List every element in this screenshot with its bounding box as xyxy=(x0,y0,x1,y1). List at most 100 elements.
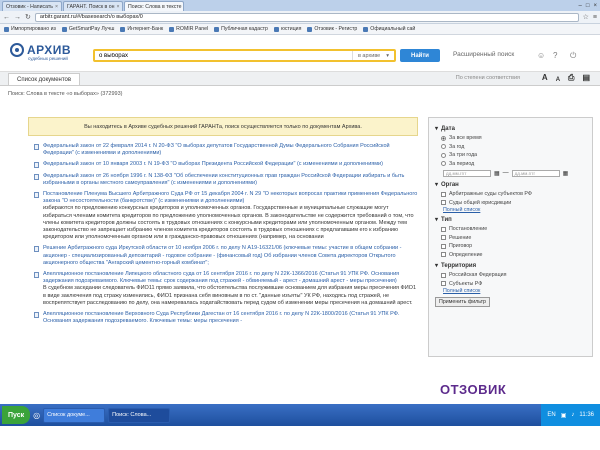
territory-option[interactable]: Субъекты РФ xyxy=(441,280,586,289)
chevron-down-icon: ▾ xyxy=(435,263,439,269)
option-label: Приговор xyxy=(449,243,473,250)
bookmark-item[interactable]: юстиция xyxy=(273,26,302,32)
logout-icon[interactable]: ⏻ xyxy=(570,51,576,61)
filter-territory-title[interactable]: ▾ Территория xyxy=(435,262,586,270)
date-option[interactable]: За три года xyxy=(441,151,586,160)
site-header: АРХИВ судебных решений в архиве ▾ Найти Р… xyxy=(0,35,600,72)
maximize-icon[interactable]: □ xyxy=(586,3,590,9)
document-link[interactable]: Федеральный закон от 22 февраля 2014 г. … xyxy=(43,143,418,157)
full-list-link[interactable]: Полный список xyxy=(443,288,586,294)
menu-icon[interactable]: ≡ xyxy=(593,14,597,21)
option-label: Российская Федерация xyxy=(449,272,507,279)
bookmark-item[interactable]: Отзовик - Регистр xyxy=(307,26,357,32)
search-scope-select[interactable]: в архиве ▾ xyxy=(351,51,394,60)
taskbar: Пуск ◎ Список докуме... Поиск: Слова... … xyxy=(0,404,600,426)
radio-button[interactable] xyxy=(441,135,446,141)
back-icon[interactable]: ← xyxy=(3,14,10,21)
page-bottom xyxy=(0,426,600,450)
font-increase-icon[interactable]: A xyxy=(542,73,548,83)
filter-date-title[interactable]: ▾ Дата xyxy=(435,125,586,133)
checkbox[interactable] xyxy=(441,281,446,287)
full-list-link[interactable]: Полный список xyxy=(443,207,586,213)
calendar-icon[interactable]: ▦ xyxy=(494,170,500,177)
type-option[interactable]: Решение xyxy=(441,234,586,243)
tab-label: ГАРАНТ. Поиск в он xyxy=(67,3,115,10)
close-icon[interactable]: × xyxy=(116,4,119,10)
checkbox[interactable] xyxy=(441,191,446,197)
calendar-icon[interactable]: ▦ xyxy=(563,170,569,177)
find-button[interactable]: Найти xyxy=(400,49,440,62)
advanced-search-link[interactable]: Расширенный поиск xyxy=(453,51,514,58)
document-link[interactable]: Федеральный закон от 26 ноября 1996 г. N… xyxy=(43,173,418,187)
forward-icon[interactable]: → xyxy=(14,14,21,21)
filter-heading: Дата xyxy=(441,125,455,132)
taskbar-item-active[interactable]: Поиск: Слова... xyxy=(108,407,171,423)
bookmark-item[interactable]: Импортировано из xyxy=(4,26,56,32)
bookmark-item[interactable]: ROMIR Panel xyxy=(169,26,208,32)
sort-select[interactable]: По степени соответствия xyxy=(456,75,520,81)
document-toolbar: Список документов По степени соответстви… xyxy=(0,72,600,86)
document-link[interactable]: Апелляционное постановление Верховного С… xyxy=(43,311,418,325)
document-link[interactable]: Апелляционное постановление Липецкого об… xyxy=(43,271,418,285)
bookmark-item[interactable]: GetSmartPay Лучш xyxy=(61,26,114,32)
date-option[interactable]: За период xyxy=(441,160,586,169)
option-label: За год xyxy=(449,143,465,150)
star-icon[interactable]: ☆ xyxy=(583,13,589,21)
minimize-icon[interactable]: – xyxy=(579,3,582,9)
network-icon[interactable]: ▣ xyxy=(561,412,567,419)
bookmark-item[interactable]: Публичная кадастр xyxy=(214,26,268,32)
date-to-field[interactable]: дд.мм.гггг xyxy=(511,169,560,177)
browser-tab[interactable]: Отзовик - Написать × xyxy=(2,1,62,11)
territory-option[interactable]: Российская Федерация xyxy=(441,271,586,280)
type-option[interactable]: Приговор xyxy=(441,242,586,251)
print-icon[interactable]: ⎙ xyxy=(568,73,574,83)
bookmark-item[interactable]: Интернет-Банк xyxy=(120,26,163,32)
font-decrease-icon[interactable]: A xyxy=(556,77,560,83)
chevron-down-icon: ▾ xyxy=(435,217,439,223)
close-icon[interactable]: × xyxy=(55,4,58,10)
radio-button[interactable] xyxy=(441,161,446,167)
type-option[interactable]: Постановление xyxy=(441,225,586,234)
bookmark-item[interactable]: Официальный сай xyxy=(363,26,415,32)
filter-organ-title[interactable]: ▾ Орган xyxy=(435,181,586,189)
date-option[interactable]: За год xyxy=(441,143,586,152)
url-input[interactable]: arbitr.garant.ru/#/basesearch/о выборах/… xyxy=(34,12,579,22)
checkbox[interactable] xyxy=(441,200,446,206)
volume-icon[interactable]: ♪ xyxy=(571,412,574,418)
reload-icon[interactable]: ↻ xyxy=(25,13,31,21)
checkbox[interactable] xyxy=(441,252,446,258)
organ-option[interactable]: Суды общей юрисдикции xyxy=(441,199,586,208)
date-from-field[interactable]: дд.мм.гггг xyxy=(443,169,491,177)
close-window-icon[interactable]: × xyxy=(593,3,597,9)
document-icon xyxy=(34,246,39,253)
checkbox[interactable] xyxy=(441,226,446,232)
save-icon[interactable]: ▤ xyxy=(582,73,590,83)
document-link[interactable]: Федеральный закон от 10 января 2003 г. N… xyxy=(43,161,383,168)
browser-tab-active[interactable]: Поиск: Слова в тексте× xyxy=(124,1,184,11)
logo[interactable]: АРХИВ судебных решений xyxy=(10,43,71,61)
checkbox[interactable] xyxy=(441,272,446,278)
page-icon xyxy=(307,26,313,32)
taskbar-item[interactable]: Список докуме... xyxy=(43,407,106,423)
browser-tab[interactable]: ГАРАНТ. Поиск в он × xyxy=(63,1,123,11)
type-option[interactable]: Определение xyxy=(441,251,586,260)
user-icon[interactable]: ☺ xyxy=(537,51,545,60)
help-icon[interactable]: ? xyxy=(553,51,557,60)
document-link[interactable]: Постановление Пленума Высшего Арбитражно… xyxy=(43,191,418,205)
tab-document-list[interactable]: Список документов xyxy=(8,73,81,85)
filter-type-title[interactable]: ▾ Тип xyxy=(435,216,586,224)
document-link[interactable]: Решение Арбитражного суда Иркутской обла… xyxy=(43,245,418,267)
organ-option[interactable]: Арбитражные суды субъектов РФ xyxy=(441,190,586,199)
checkbox[interactable] xyxy=(441,243,446,249)
browser-quicklaunch-icon[interactable]: ◎ xyxy=(33,411,40,420)
apply-filter-button[interactable]: Применить фильтр xyxy=(435,297,490,307)
search-input[interactable] xyxy=(95,51,352,60)
checkbox[interactable] xyxy=(441,235,446,241)
radio-button[interactable] xyxy=(441,152,446,158)
start-button[interactable]: Пуск xyxy=(2,406,31,424)
radio-button[interactable] xyxy=(441,144,446,150)
language-indicator[interactable]: EN xyxy=(547,412,555,418)
date-option[interactable]: За все время xyxy=(441,134,586,143)
clock[interactable]: 11:36 xyxy=(579,412,594,418)
bookmark-label: юстиция xyxy=(280,26,302,32)
